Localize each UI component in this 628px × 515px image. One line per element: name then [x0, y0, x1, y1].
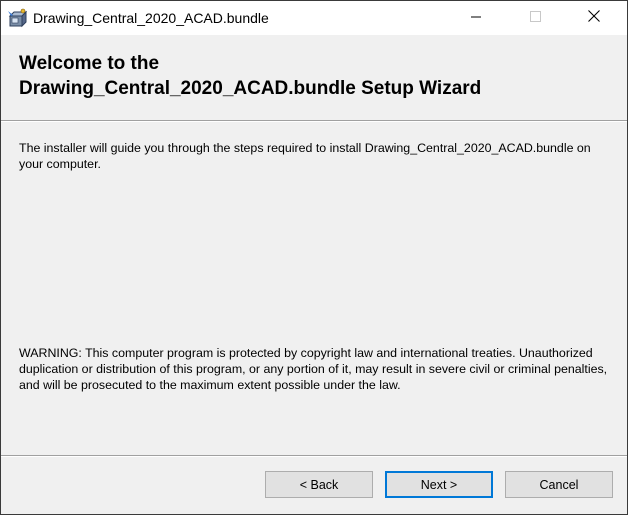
wizard-title-line1: Welcome to the	[19, 53, 160, 74]
setup-wizard-window: Drawing_Central_2020_ACAD.bundle Welcome…	[0, 0, 628, 515]
wizard-title: Welcome to the Drawing_Central_2020_ACAD…	[19, 51, 481, 101]
copyright-warning-text: WARNING: This computer program is protec…	[19, 346, 608, 392]
title-bar[interactable]: Drawing_Central_2020_ACAD.bundle	[1, 1, 627, 35]
footer-divider	[1, 455, 627, 457]
intro-text: The installer will guide you through the…	[19, 141, 591, 171]
window-title: Drawing_Central_2020_ACAD.bundle	[33, 10, 269, 26]
close-button[interactable]	[565, 1, 623, 35]
minimize-button[interactable]	[447, 1, 505, 35]
close-icon	[588, 9, 600, 27]
maximize-button[interactable]	[506, 1, 564, 35]
installer-package-icon	[7, 8, 28, 28]
back-button[interactable]: < Back	[265, 471, 373, 498]
next-button[interactable]: Next >	[385, 471, 493, 498]
wizard-header: Welcome to the Drawing_Central_2020_ACAD…	[1, 35, 627, 119]
header-divider	[1, 120, 627, 122]
maximize-icon	[529, 9, 541, 27]
minimize-icon	[471, 9, 481, 27]
cancel-button[interactable]: Cancel	[505, 471, 613, 498]
wizard-title-line2: Drawing_Central_2020_ACAD.bundle Setup W…	[19, 78, 482, 99]
